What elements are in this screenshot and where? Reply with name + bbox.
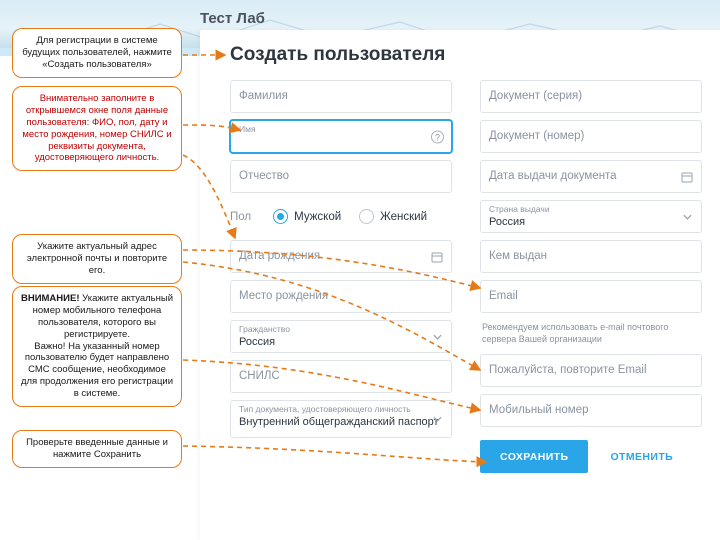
- doctype-label: Тип документа, удостоверяющего личность: [239, 405, 443, 414]
- chevron-down-icon: [433, 332, 442, 341]
- gender-male-label: Мужской: [294, 211, 341, 223]
- doc-number-placeholder: Документ (номер): [489, 122, 584, 150]
- doc-date-field[interactable]: Дата выдачи документа: [480, 160, 702, 193]
- callout-phone-c: Важно! На указанный номер пользователю б…: [21, 341, 173, 400]
- name-field[interactable]: Имя ?: [230, 120, 452, 153]
- calendar-icon: [431, 251, 443, 263]
- email-field[interactable]: Email: [480, 280, 702, 313]
- doc-country-field[interactable]: Страна выдачи Россия: [480, 200, 702, 233]
- gender-row: Пол Мужской Женский: [230, 200, 452, 233]
- create-user-modal: Создать пользователя Фамилия Имя ? Отчес…: [200, 30, 720, 540]
- phone-field[interactable]: Мобильный номер: [480, 394, 702, 427]
- surname-placeholder: Фамилия: [239, 82, 288, 110]
- citizenship-value: Россия: [239, 335, 443, 349]
- doc-number-field[interactable]: Документ (номер): [480, 120, 702, 153]
- doc-series-field[interactable]: Документ (серия): [480, 80, 702, 113]
- doc-issuer-field[interactable]: Кем выдан: [480, 240, 702, 273]
- doc-date-placeholder: Дата выдачи документа: [489, 162, 617, 190]
- birthdate-field[interactable]: Дата рождения: [230, 240, 452, 273]
- birthplace-field[interactable]: Место рождения: [230, 280, 452, 313]
- callout-fill: Внимательно заполните в открывшемся окне…: [12, 86, 182, 171]
- phone-placeholder: Мобильный номер: [489, 396, 589, 424]
- modal-title: Создать пользователя: [230, 44, 702, 66]
- radio-dot-on: [273, 209, 288, 224]
- email2-field[interactable]: Пожалуйста, повторите Email: [480, 354, 702, 387]
- gender-label: Пол: [230, 211, 251, 223]
- right-column: Документ (серия) Документ (номер) Дата в…: [480, 80, 702, 473]
- callout-create: Для регистрации в системе будущих пользо…: [12, 28, 182, 78]
- chevron-down-icon: [433, 415, 442, 424]
- name-value: [239, 135, 443, 147]
- save-button[interactable]: СОХРАНИТЬ: [480, 440, 588, 473]
- email2-placeholder: Пожалуйста, повторите Email: [489, 356, 647, 384]
- name-label: Имя: [239, 125, 443, 134]
- doctype-field[interactable]: Тип документа, удостоверяющего личность …: [230, 400, 452, 438]
- doctype-value: Внутренний общегражданский паспорт: [239, 415, 443, 429]
- citizenship-label: Гражданство: [239, 325, 443, 334]
- radio-dot-off: [359, 209, 374, 224]
- email-hint: Рекомендуем использовать e-mail почтовог…: [480, 320, 702, 347]
- callout-phone-strong: ВНИМАНИЕ!: [21, 293, 82, 304]
- patronymic-field[interactable]: Отчество: [230, 160, 452, 193]
- cancel-button[interactable]: ОТМЕНИТЬ: [610, 440, 673, 473]
- gender-female-label: Женский: [380, 211, 427, 223]
- email-placeholder: Email: [489, 282, 518, 310]
- button-row: СОХРАНИТЬ ОТМЕНИТЬ: [480, 440, 702, 473]
- doc-issuer-placeholder: Кем выдан: [489, 242, 547, 270]
- surname-field[interactable]: Фамилия: [230, 80, 452, 113]
- snils-field[interactable]: СНИЛС: [230, 360, 452, 393]
- callout-phone: ВНИМАНИЕ! Укажите актуальный номер мобил…: [12, 286, 182, 407]
- doc-country-value: Россия: [489, 215, 693, 229]
- callout-email: Укажите актуальный адрес электронной поч…: [12, 234, 182, 284]
- brand-title: Тест Лаб: [200, 10, 265, 27]
- birthdate-placeholder: Дата рождения: [239, 242, 320, 270]
- patronymic-placeholder: Отчество: [239, 162, 289, 190]
- gender-male[interactable]: Мужской: [273, 209, 341, 224]
- calendar-icon: [681, 171, 693, 183]
- help-icon[interactable]: ?: [431, 130, 444, 143]
- doc-country-label: Страна выдачи: [489, 205, 693, 214]
- chevron-down-icon: [683, 212, 692, 221]
- doc-series-placeholder: Документ (серия): [489, 82, 582, 110]
- birthplace-placeholder: Место рождения: [239, 282, 328, 310]
- left-column: Фамилия Имя ? Отчество Пол Мужской Женск…: [230, 80, 452, 473]
- snils-placeholder: СНИЛС: [239, 362, 280, 390]
- callout-save: Проверьте введенные данные и нажмите Сох…: [12, 430, 182, 468]
- citizenship-field[interactable]: Гражданство Россия: [230, 320, 452, 353]
- gender-female[interactable]: Женский: [359, 209, 427, 224]
